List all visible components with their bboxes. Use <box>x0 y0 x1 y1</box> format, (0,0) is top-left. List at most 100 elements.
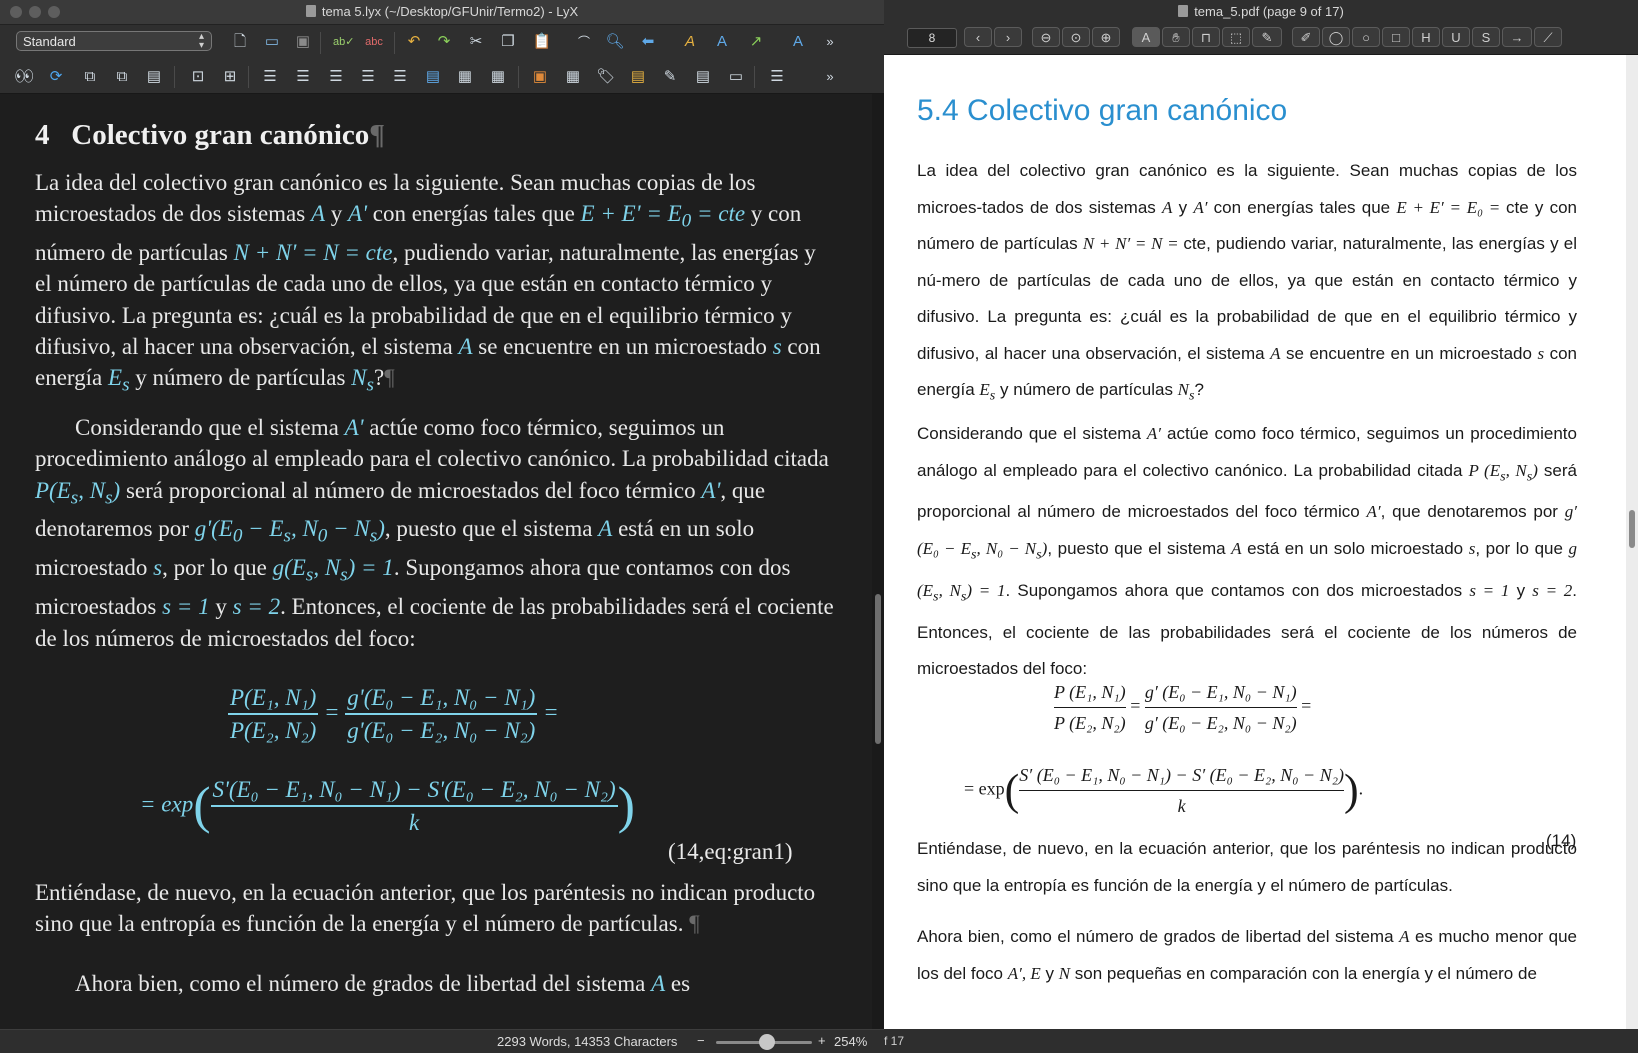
lyx-editor-pane[interactable]: 4 Colectivo gran canónico¶ La idea del c… <box>0 94 872 1029</box>
zoom-level: 254% <box>834 1034 868 1049</box>
list-3-icon[interactable]: ☰ <box>390 67 410 87</box>
circle-icon[interactable]: ○ <box>1352 27 1380 47</box>
stamp-icon[interactable]: ⊓ <box>1192 27 1220 47</box>
lyx-titlebar: tema 5.lyx (~/Desktop/GFUnir/Termo2) - L… <box>0 0 884 25</box>
label-icon[interactable]: 🏷︎ <box>596 67 616 87</box>
strikethrough-icon[interactable]: S <box>1472 27 1500 47</box>
spellcheck-continuous-icon[interactable]: abc <box>364 32 384 52</box>
toolbar-more-icon[interactable]: » <box>820 32 840 52</box>
select-arrows-icon: ▴ ▾ <box>198 31 204 51</box>
new-document-icon[interactable]: 🗋 <box>230 32 250 52</box>
section-heading[interactable]: 4 Colectivo gran canónico¶ <box>35 119 385 151</box>
back-icon[interactable]: ⬅ <box>638 32 658 52</box>
hand-tool-icon[interactable]: ✋︎ <box>1162 27 1190 47</box>
actual-size-icon[interactable]: ⊙ <box>1062 27 1090 47</box>
lyx-secondary-toolbar: 👀︎ ⟳ ⧉ ⧉ ▤ ⊡ ⊞ ☰ ☰ ☰ ☰ ☰ ▤ ▦ ▦ ▣ ▦ 🏷︎ ▤ … <box>0 61 884 94</box>
pdf-equation-line-1: P (E₁, N₁) P (E₂, N₂) = g′ (E₀ − E₁, N₀ −… <box>1054 677 1311 738</box>
comment-icon[interactable]: ◯ <box>1322 27 1350 47</box>
zoom-in-button[interactable]: + <box>818 1033 826 1048</box>
document-icon <box>305 5 316 17</box>
page-number-field[interactable]: 8 <box>907 28 957 48</box>
view-other-icon[interactable]: ⧉ <box>80 67 100 87</box>
arrow-icon[interactable]: → <box>1502 27 1532 47</box>
lyx-paragraph-2[interactable]: Considerando que el sistema A' actúe com… <box>35 412 835 654</box>
math-icon[interactable]: ↗ <box>746 32 766 52</box>
toolbar-separator <box>248 66 249 88</box>
highlight-text-icon[interactable]: H <box>1412 27 1440 47</box>
paste-icon[interactable]: 📋 <box>532 32 552 52</box>
pdf-document-icon <box>1178 5 1189 17</box>
list-icon[interactable]: ☰ <box>260 67 280 87</box>
lyx-window-title: tema 5.lyx (~/Desktop/GFUnir/Termo2) - L… <box>0 4 884 19</box>
pdf-titlebar: tema_5.pdf (page 9 of 17) <box>884 0 1638 24</box>
search-icon[interactable]: 🔍︎ <box>605 32 625 52</box>
toolbar-separator <box>320 32 321 54</box>
document-outline-icon[interactable]: ☰ <box>767 67 787 87</box>
pdf-scrollbar-thumb[interactable] <box>1629 510 1635 548</box>
pdf-paragraph-2: Considerando que el sistema A′ actúe com… <box>917 424 1578 679</box>
citation-icon[interactable]: ▦ <box>455 67 475 87</box>
cut-icon[interactable]: ✂ <box>466 32 486 52</box>
list-2-icon[interactable]: ☰ <box>358 67 378 87</box>
pdf-equation-line-2: = exp(S′ (E₀ − E₁, N₀ − N₁) − S′ (E₀ − E… <box>964 760 1363 821</box>
section-icon[interactable]: ▤ <box>423 67 443 87</box>
pen-icon[interactable]: ✐ <box>1292 27 1320 47</box>
spellcheck-icon[interactable]: ab✓ <box>333 32 354 52</box>
line-icon[interactable]: ⟋ <box>1534 27 1562 47</box>
lyx-equation-label[interactable]: (14,eq:gran1) <box>668 836 793 867</box>
zoom-out-button[interactable]: − <box>697 1033 705 1048</box>
insert-graphics-icon[interactable]: ▣ <box>530 67 550 87</box>
copy-icon[interactable]: ❐ <box>498 32 518 52</box>
toolbar-separator <box>518 66 519 88</box>
lyx-paragraph-1[interactable]: La idea del colectivo gran canónico es l… <box>35 167 835 401</box>
toggle-view-icon[interactable]: ⊡ <box>188 67 208 87</box>
lyx-window: tema 5.lyx (~/Desktop/GFUnir/Termo2) - L… <box>0 0 884 1053</box>
highlighter-icon[interactable]: ✎ <box>1252 27 1282 47</box>
lyx-paragraph-3[interactable]: Entiéndase, de nuevo, en la ecuación ant… <box>35 877 835 940</box>
toolbar2-more-icon[interactable]: » <box>820 67 840 87</box>
toc-icon[interactable]: ⊞ <box>220 67 240 87</box>
enumerate-icon[interactable]: ☰ <box>293 67 313 87</box>
word-count: 2293 Words, 14353 Characters <box>497 1034 678 1049</box>
rectangle-icon[interactable]: □ <box>1382 27 1410 47</box>
lyx-statusbar: 2293 Words, 14353 Characters − + 254% <box>0 1029 884 1053</box>
save-icon[interactable]: ▣ <box>293 32 313 52</box>
pdf-toolbar: 8 ‹ › ⊖ ⊙ ⊕ A ✋︎ ⊓ ⬚ ✎ ✐ ◯ ○ □ H U S → ⟋ <box>884 24 1638 55</box>
next-page-button[interactable]: › <box>994 27 1022 47</box>
export-icon[interactable]: ▤ <box>144 67 164 87</box>
open-folder-icon[interactable]: ▭ <box>262 32 282 52</box>
pdf-scrollbar[interactable] <box>1626 55 1638 1029</box>
description-icon[interactable]: ☰ <box>326 67 346 87</box>
previous-page-button[interactable]: ‹ <box>964 27 992 47</box>
text-select-icon[interactable]: A <box>1132 27 1160 47</box>
find-replace-icon[interactable]: ⌒ <box>574 32 594 52</box>
pdf-page[interactable]: 5.4 Colectivo gran canónico La idea del … <box>884 55 1626 1029</box>
insert-code-icon[interactable]: ▭ <box>726 67 746 87</box>
marquee-select-icon[interactable]: ⬚ <box>1222 27 1250 47</box>
zoom-in-icon[interactable]: ⊕ <box>1092 27 1120 47</box>
zoom-out-icon[interactable]: ⊖ <box>1032 27 1060 47</box>
insert-float-icon[interactable]: ▤ <box>693 67 713 87</box>
paragraph-layout-select[interactable]: Standard ▴ ▾ <box>16 31 212 51</box>
refresh-icon[interactable]: ⟳ <box>46 67 66 87</box>
lyx-paragraph-4[interactable]: Ahora bien, como el número de grados de … <box>35 968 835 999</box>
pdf-viewer-window: tema_5.pdf (page 9 of 17) 8 ‹ › ⊖ ⊙ ⊕ A … <box>884 0 1638 1053</box>
update-icon[interactable]: ⧉ <box>112 67 132 87</box>
insert-note-icon[interactable]: ✎ <box>660 67 680 87</box>
insert-icon[interactable]: ▦ <box>488 67 508 87</box>
insert-box-icon[interactable]: ▤ <box>628 67 648 87</box>
view-icon[interactable]: 👀︎ <box>14 67 34 87</box>
underline-icon[interactable]: U <box>1442 27 1470 47</box>
text-style-2-icon[interactable]: A <box>712 32 732 52</box>
insert-table-icon[interactable]: ▦ <box>563 67 583 87</box>
zoom-slider-thumb[interactable] <box>758 1034 775 1050</box>
format-icon[interactable]: A <box>788 32 808 52</box>
undo-icon[interactable]: ↶ <box>404 32 424 52</box>
lyx-equation-line-2[interactable]: = exp(S'(E₀ − E₁, N₀ − N₁) − S'(E₀ − E₂,… <box>140 774 635 839</box>
pdf-window-title: tema_5.pdf (page 9 of 17) <box>884 4 1638 19</box>
text-style-icon[interactable]: A <box>680 32 700 52</box>
lyx-equation-line-1[interactable]: P(E₁, N₁) P(E₂, N₂) = g'(E₀ − E₁, N₀ − N₁… <box>228 682 559 747</box>
lyx-scrollbar-thumb[interactable] <box>875 594 881 744</box>
redo-icon[interactable]: ↷ <box>434 32 454 52</box>
lyx-scrollbar[interactable] <box>872 94 884 1029</box>
